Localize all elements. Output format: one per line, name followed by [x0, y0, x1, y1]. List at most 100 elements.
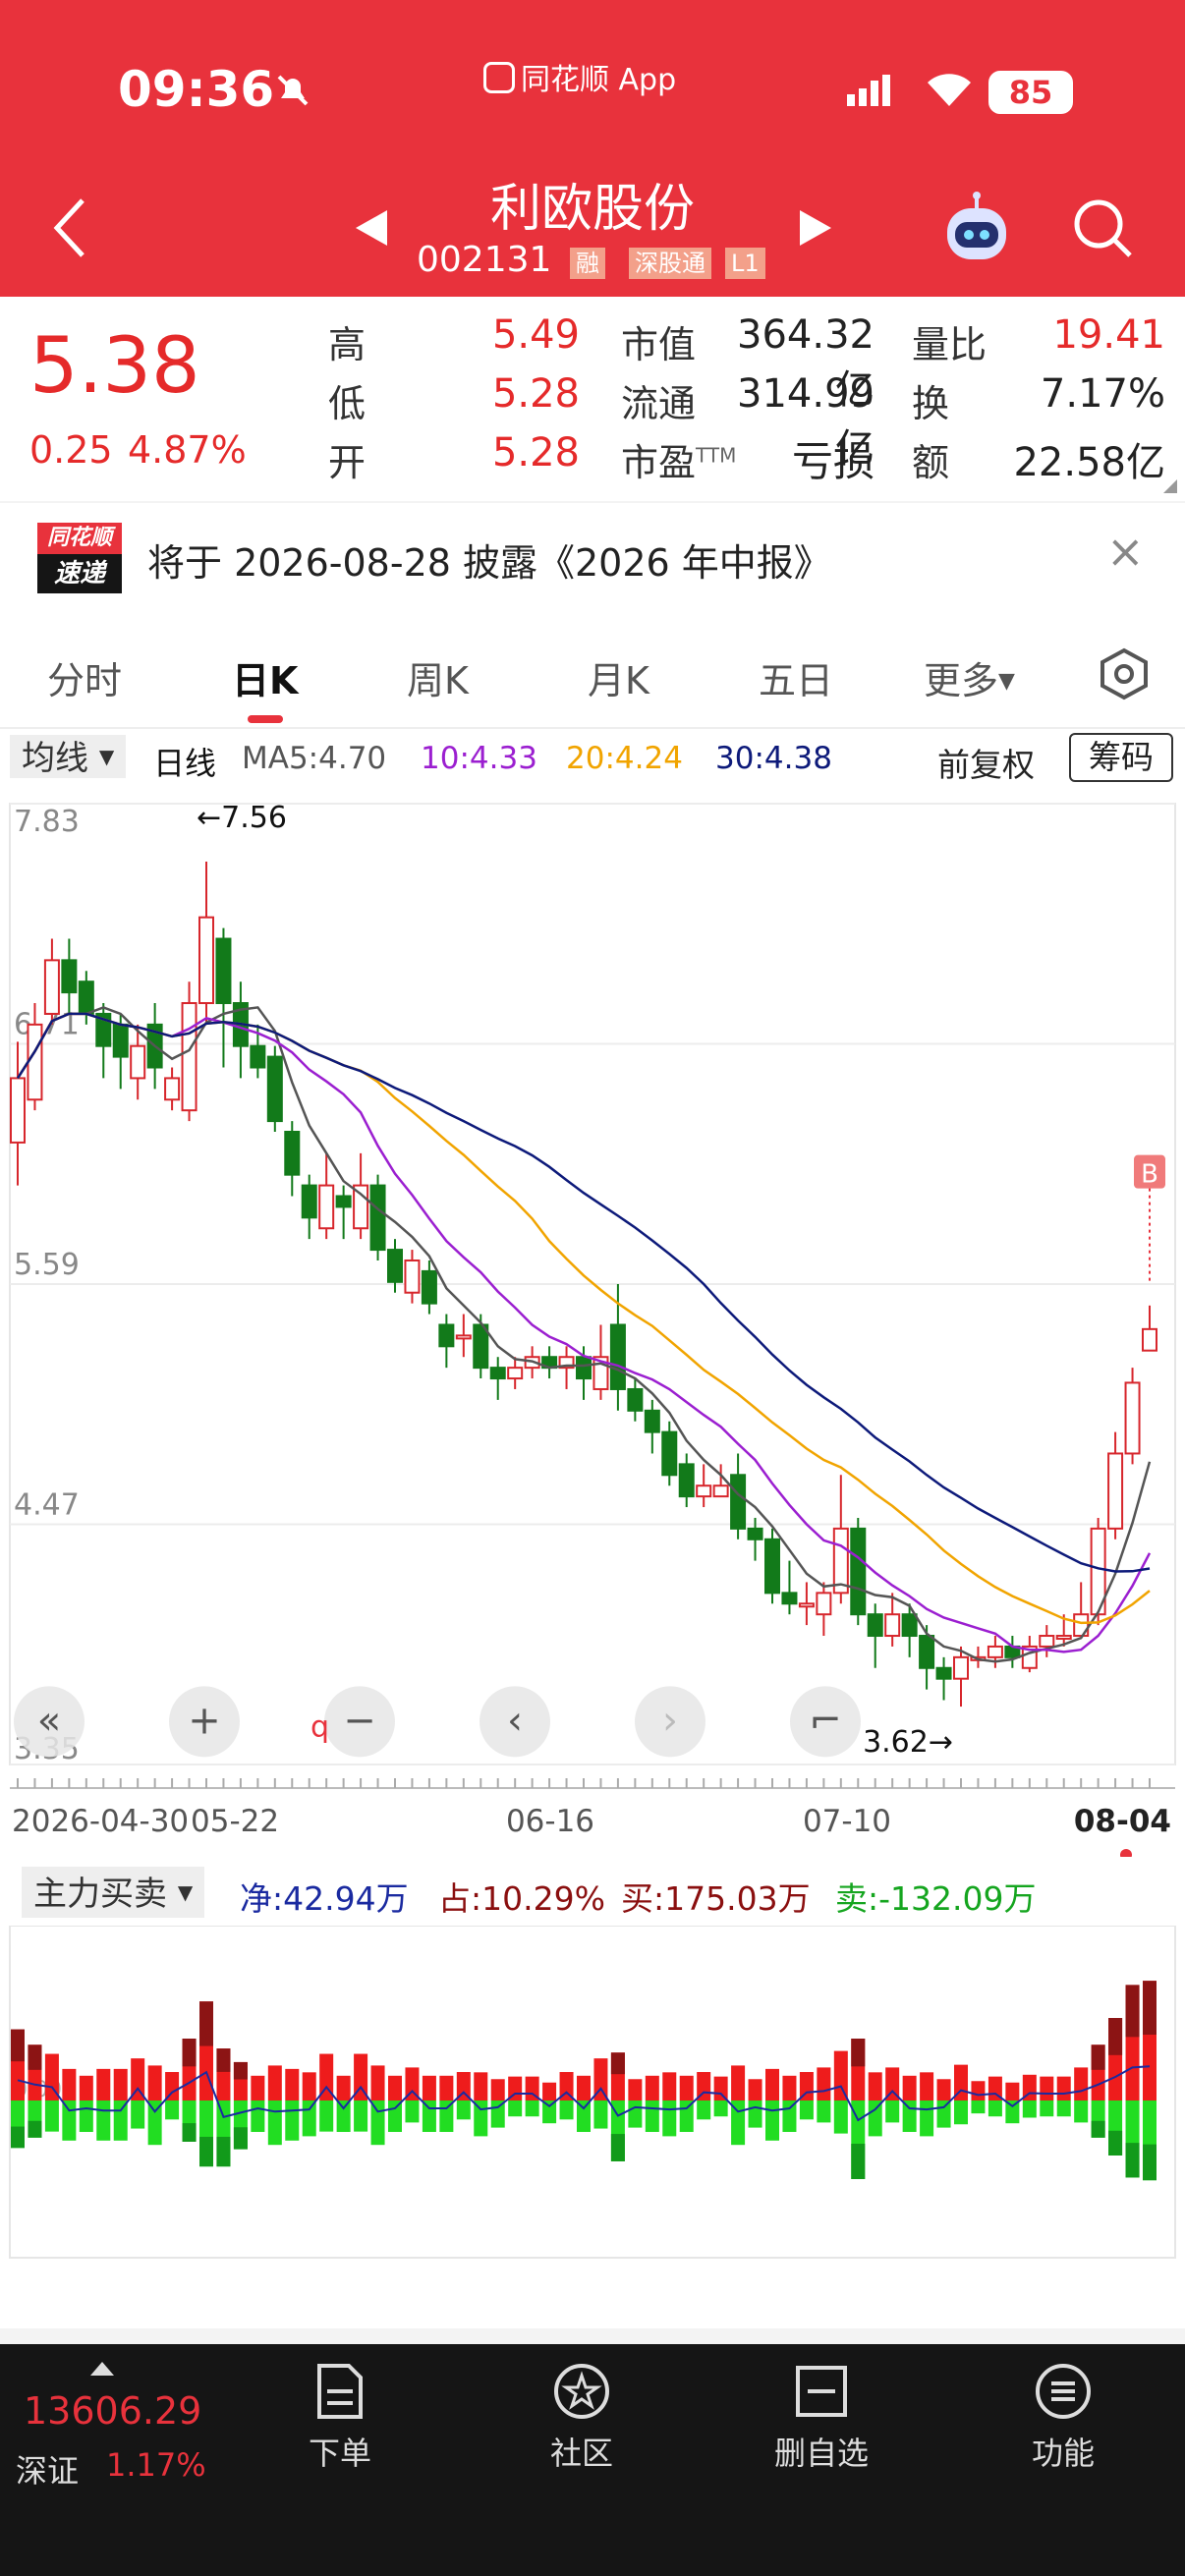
sell-bar: [593, 2100, 608, 2129]
candle-body: [421, 1269, 437, 1305]
tab-weekly-k[interactable]: 周K: [407, 650, 469, 704]
big-buy-bar: [182, 2039, 197, 2067]
badge-level: L1: [725, 248, 765, 279]
news-notice[interactable]: 同花顺 速递 将于 2026-08-28 披露《2026 年中报》 ×: [0, 503, 1185, 613]
candle-body: [1055, 1635, 1072, 1641]
current-price: 5.38: [29, 322, 200, 411]
function-button[interactable]: 功能: [985, 2362, 1142, 2474]
index-change: 1.17%: [106, 2446, 206, 2484]
buy-bar: [645, 2075, 659, 2100]
express-logo-top: 同花顺: [37, 523, 122, 554]
x-tick-label: 06-16: [506, 1804, 594, 1839]
big-sell-bar: [233, 2127, 248, 2150]
sell-bar: [713, 2100, 728, 2117]
community-button[interactable]: 社区: [503, 2362, 660, 2474]
buy-bar: [782, 2075, 797, 2100]
buy-bar: [868, 2072, 882, 2100]
buy-bar: [713, 2076, 728, 2100]
candle-body: [61, 959, 78, 994]
sell-bar: [62, 2100, 77, 2141]
buy-bar: [439, 2075, 454, 2100]
candle-body: [935, 1666, 952, 1680]
order-button[interactable]: 下单: [261, 2362, 419, 2474]
kline-chart-panel: 均线 ▼ 日线 MA5:4.70 10:4.33 20:4.24 30:4.38…: [0, 729, 1185, 1857]
sell-bar: [79, 2100, 93, 2132]
chips-button[interactable]: 筹码: [1069, 733, 1173, 782]
candle-body: [10, 1077, 26, 1144]
sell-value: 卖:-132.09万: [835, 1879, 1037, 1918]
candle-body: [438, 1323, 455, 1348]
index-value[interactable]: 13606.29: [24, 2389, 201, 2433]
ma30-value: 30:4.38: [715, 741, 832, 776]
candle-body: [627, 1387, 644, 1412]
settings-hex-icon[interactable]: [1097, 646, 1152, 705]
tab-more[interactable]: 更多▼: [924, 650, 1015, 704]
sell-bar: [920, 2100, 934, 2137]
remove-watchlist-button[interactable]: 删自选: [743, 2362, 900, 2474]
big-sell-bar: [851, 2144, 866, 2179]
buy-bar: [79, 2075, 93, 2100]
scroll-right-button-icon: ›: [662, 1698, 678, 1743]
big-buy-bar: [1108, 2018, 1123, 2055]
sell-bar: [817, 2100, 831, 2123]
buy-bar: [920, 2072, 934, 2100]
sell-bar: [267, 2100, 282, 2146]
candle-body: [181, 1002, 198, 1112]
turnover-label: 换: [912, 382, 950, 425]
ma20-value: 20:4.24: [566, 741, 683, 776]
expand-corner-icon[interactable]: [1163, 479, 1177, 493]
sell-bar: [44, 2100, 59, 2132]
big-sell-bar: [11, 2126, 25, 2149]
tab-active-indicator: [248, 715, 283, 723]
candle-body: [576, 1356, 592, 1380]
tab-daily-k[interactable]: 日K: [232, 650, 298, 704]
community-icon: [554, 2364, 609, 2419]
ma-selector[interactable]: 均线 ▼: [10, 735, 127, 778]
candle-body: [198, 916, 214, 1005]
candle-body: [164, 1077, 181, 1101]
buy-bar: [62, 2068, 77, 2100]
indicator-selector[interactable]: 主力买卖 ▼: [22, 1867, 205, 1918]
zoom-out-button-icon: «: [37, 1698, 61, 1743]
tab-five-day[interactable]: 五日: [759, 650, 833, 704]
y-tick-label: 7.83: [14, 805, 80, 839]
candle-body: [747, 1527, 763, 1540]
sell-bar: [388, 2100, 402, 2132]
buy-value: 买:175.03万: [621, 1879, 811, 1918]
wifi-icon: [924, 69, 975, 112]
x-tick-label: 05-22: [191, 1804, 279, 1839]
big-buy-bar: [233, 2061, 248, 2080]
big-sell-bar: [199, 2136, 213, 2167]
candle-body: [678, 1463, 695, 1498]
adjust-mode[interactable]: 前复权: [937, 739, 1035, 786]
sell-bar: [679, 2100, 694, 2132]
period-label: 日线: [153, 745, 217, 782]
sell-bar: [456, 2100, 471, 2120]
candle-body: [712, 1484, 729, 1498]
buy-bar: [833, 2050, 848, 2100]
sell-bar: [902, 2100, 917, 2132]
candle-body: [901, 1613, 918, 1638]
close-icon[interactable]: ×: [1106, 525, 1145, 578]
candlestick-chart[interactable]: 7.836.715.594.473.35←7.563.62→B«+−‹›⌐q20…: [0, 786, 1185, 1857]
high-label: 高: [328, 323, 367, 366]
sell-bar: [628, 2100, 643, 2128]
candle-body: [919, 1635, 935, 1669]
robot-assistant-icon[interactable]: [937, 191, 1016, 273]
fullscreen-button-icon: ⌐: [809, 1698, 842, 1743]
sell-bar: [748, 2100, 762, 2128]
sell-bar: [525, 2100, 539, 2117]
tab-timeshare[interactable]: 分时: [47, 650, 122, 704]
sell-bar: [422, 2100, 436, 2132]
period-tabs: 分时 日K 周K 月K 五日 更多▼: [0, 613, 1185, 729]
candle-body: [284, 1131, 301, 1176]
candle-body: [987, 1645, 1003, 1658]
search-icon[interactable]: [1071, 196, 1134, 263]
float-label: 流通: [621, 382, 697, 425]
tab-monthly-k[interactable]: 月K: [588, 650, 649, 704]
candle-body: [112, 1023, 129, 1058]
ma5-value: MA5:4.70: [242, 741, 387, 776]
open-label: 开: [328, 441, 367, 484]
buy-bar: [251, 2075, 265, 2100]
next-stock-icon[interactable]: [798, 208, 833, 252]
